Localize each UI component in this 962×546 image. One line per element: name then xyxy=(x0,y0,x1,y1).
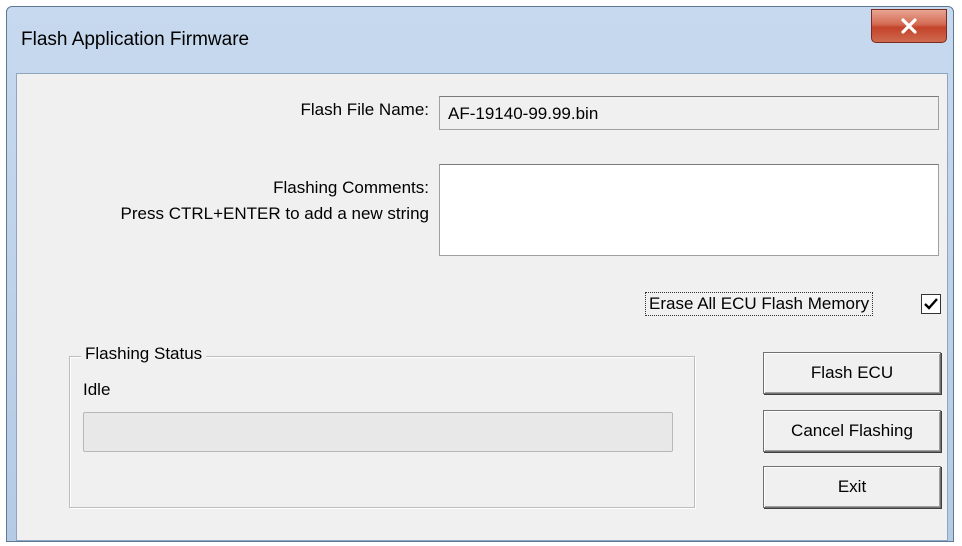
flashing-status-title: Flashing Status xyxy=(81,344,207,364)
comments-textarea[interactable] xyxy=(439,164,939,256)
exit-button[interactable]: Exit xyxy=(763,466,941,508)
comments-label: Flashing Comments: xyxy=(273,178,429,197)
close-button[interactable] xyxy=(871,9,947,43)
checkmark-icon xyxy=(924,298,938,310)
erase-memory-checkbox[interactable] xyxy=(921,294,941,314)
window-title: Flash Application Firmware xyxy=(21,29,250,50)
cancel-flashing-button[interactable]: Cancel Flashing xyxy=(763,410,941,452)
erase-memory-label[interactable]: Erase All ECU Flash Memory xyxy=(645,292,874,316)
title-bar[interactable]: Flash Application Firmware xyxy=(7,7,953,71)
flash-file-field: AF-19140-99.99.bin xyxy=(439,96,939,130)
dialog-window: Flash Application Firmware Flash File Na… xyxy=(6,6,954,542)
dialog-client-area: Flash File Name: AF-19140-99.99.bin Flas… xyxy=(16,73,948,541)
close-icon xyxy=(901,18,917,34)
flash-ecu-button[interactable]: Flash ECU xyxy=(763,352,941,394)
status-text: Idle xyxy=(83,380,111,399)
comments-hint: Press CTRL+ENTER to add a new string xyxy=(120,204,429,223)
flash-progress-bar xyxy=(83,412,673,452)
flash-file-label: Flash File Name: xyxy=(300,100,429,119)
